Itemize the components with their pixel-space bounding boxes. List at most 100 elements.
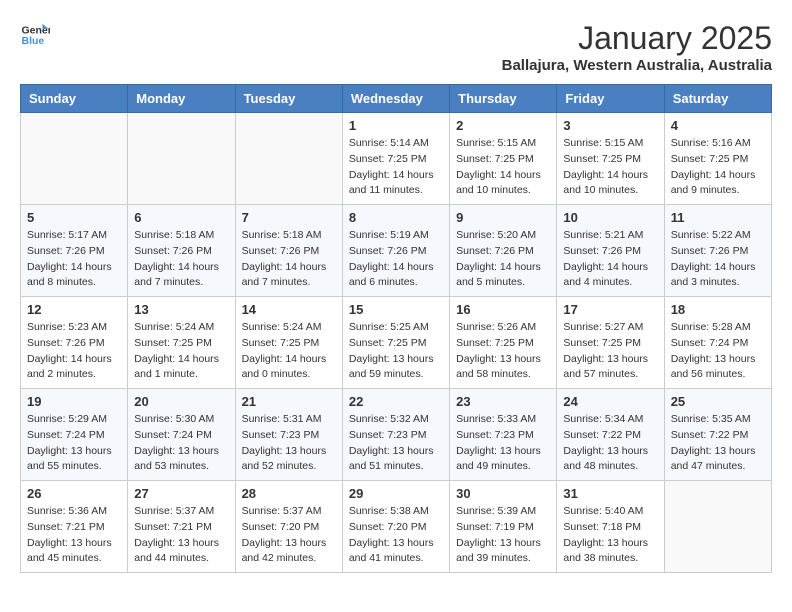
day-number: 8 <box>349 210 443 225</box>
day-info: Sunrise: 5:25 AM Sunset: 7:25 PM Dayligh… <box>349 320 443 383</box>
day-number: 1 <box>349 118 443 133</box>
day-info: Sunrise: 5:18 AM Sunset: 7:26 PM Dayligh… <box>242 228 336 291</box>
day-info: Sunrise: 5:14 AM Sunset: 7:25 PM Dayligh… <box>349 136 443 199</box>
day-number: 18 <box>671 302 765 317</box>
day-info: Sunrise: 5:28 AM Sunset: 7:24 PM Dayligh… <box>671 320 765 383</box>
day-info: Sunrise: 5:37 AM Sunset: 7:20 PM Dayligh… <box>242 504 336 567</box>
day-number: 13 <box>134 302 228 317</box>
day-info: Sunrise: 5:24 AM Sunset: 7:25 PM Dayligh… <box>242 320 336 383</box>
day-number: 30 <box>456 486 550 501</box>
calendar-cell: 14 Sunrise: 5:24 AM Sunset: 7:25 PM Dayli… <box>235 297 342 389</box>
calendar-week-3: 12 Sunrise: 5:23 AM Sunset: 7:26 PM Dayli… <box>21 297 772 389</box>
day-info: Sunrise: 5:17 AM Sunset: 7:26 PM Dayligh… <box>27 228 121 291</box>
calendar-week-1: 1 Sunrise: 5:14 AM Sunset: 7:25 PM Daylig… <box>21 113 772 205</box>
day-number: 12 <box>27 302 121 317</box>
day-number: 2 <box>456 118 550 133</box>
calendar-cell: 6Sunrise: 5:18 AM Sunset: 7:26 PM Daylig… <box>128 205 235 297</box>
day-number: 15 <box>349 302 443 317</box>
day-info: Sunrise: 5:37 AM Sunset: 7:21 PM Dayligh… <box>134 504 228 567</box>
day-number: 16 <box>456 302 550 317</box>
day-number: 11 <box>671 210 765 225</box>
weekday-header-sunday: Sunday <box>21 85 128 113</box>
weekday-header-row: SundayMondayTuesdayWednesdayThursdayFrid… <box>21 85 772 113</box>
day-info: Sunrise: 5:34 AM Sunset: 7:22 PM Dayligh… <box>563 412 657 475</box>
month-title: January 2025 <box>502 20 772 57</box>
calendar-cell: 3 Sunrise: 5:15 AM Sunset: 7:25 PM Daylig… <box>557 113 664 205</box>
day-info: Sunrise: 5:36 AM Sunset: 7:21 PM Dayligh… <box>27 504 121 567</box>
weekday-header-saturday: Saturday <box>664 85 771 113</box>
day-number: 3 <box>563 118 657 133</box>
calendar-cell: 16 Sunrise: 5:26 AM Sunset: 7:25 PM Dayli… <box>450 297 557 389</box>
day-number: 22 <box>349 394 443 409</box>
calendar-week-4: 19Sunrise: 5:29 AM Sunset: 7:24 PM Dayli… <box>21 389 772 481</box>
day-number: 23 <box>456 394 550 409</box>
day-info: Sunrise: 5:33 AM Sunset: 7:23 PM Dayligh… <box>456 412 550 475</box>
day-number: 4 <box>671 118 765 133</box>
day-info: Sunrise: 5:24 AM Sunset: 7:25 PM Dayligh… <box>134 320 228 383</box>
calendar-cell: 10Sunrise: 5:21 AM Sunset: 7:26 PM Dayli… <box>557 205 664 297</box>
calendar-week-5: 26 Sunrise: 5:36 AM Sunset: 7:21 PM Dayli… <box>21 481 772 573</box>
day-info: Sunrise: 5:29 AM Sunset: 7:24 PM Dayligh… <box>27 412 121 475</box>
calendar-cell <box>21 113 128 205</box>
day-info: Sunrise: 5:26 AM Sunset: 7:25 PM Dayligh… <box>456 320 550 383</box>
calendar-cell: 15 Sunrise: 5:25 AM Sunset: 7:25 PM Dayli… <box>342 297 449 389</box>
calendar-cell: 19Sunrise: 5:29 AM Sunset: 7:24 PM Dayli… <box>21 389 128 481</box>
weekday-header-friday: Friday <box>557 85 664 113</box>
calendar-cell: 2 Sunrise: 5:15 AM Sunset: 7:25 PM Daylig… <box>450 113 557 205</box>
calendar-cell: 26 Sunrise: 5:36 AM Sunset: 7:21 PM Dayli… <box>21 481 128 573</box>
day-info: Sunrise: 5:15 AM Sunset: 7:25 PM Dayligh… <box>456 136 550 199</box>
location-subtitle: Ballajura, Western Australia, Australia <box>502 57 772 74</box>
day-info: Sunrise: 5:31 AM Sunset: 7:23 PM Dayligh… <box>242 412 336 475</box>
day-info: Sunrise: 5:20 AM Sunset: 7:26 PM Dayligh… <box>456 228 550 291</box>
day-number: 17 <box>563 302 657 317</box>
day-number: 5 <box>27 210 121 225</box>
day-info: Sunrise: 5:30 AM Sunset: 7:24 PM Dayligh… <box>134 412 228 475</box>
day-info: Sunrise: 5:15 AM Sunset: 7:25 PM Dayligh… <box>563 136 657 199</box>
day-number: 26 <box>27 486 121 501</box>
day-info: Sunrise: 5:23 AM Sunset: 7:26 PM Dayligh… <box>27 320 121 383</box>
svg-text:Blue: Blue <box>22 35 45 47</box>
calendar-cell: 22 Sunrise: 5:32 AM Sunset: 7:23 PM Dayli… <box>342 389 449 481</box>
day-info: Sunrise: 5:21 AM Sunset: 7:26 PM Dayligh… <box>563 228 657 291</box>
day-number: 29 <box>349 486 443 501</box>
calendar-cell: 20 Sunrise: 5:30 AM Sunset: 7:24 PM Dayli… <box>128 389 235 481</box>
weekday-header-thursday: Thursday <box>450 85 557 113</box>
day-number: 14 <box>242 302 336 317</box>
weekday-header-tuesday: Tuesday <box>235 85 342 113</box>
day-info: Sunrise: 5:18 AM Sunset: 7:26 PM Dayligh… <box>134 228 228 291</box>
logo: General Blue <box>20 20 50 50</box>
day-number: 9 <box>456 210 550 225</box>
day-info: Sunrise: 5:27 AM Sunset: 7:25 PM Dayligh… <box>563 320 657 383</box>
calendar-week-2: 5 Sunrise: 5:17 AM Sunset: 7:26 PM Daylig… <box>21 205 772 297</box>
day-info: Sunrise: 5:38 AM Sunset: 7:20 PM Dayligh… <box>349 504 443 567</box>
calendar-cell: 29 Sunrise: 5:38 AM Sunset: 7:20 PM Dayli… <box>342 481 449 573</box>
calendar-cell: 7Sunrise: 5:18 AM Sunset: 7:26 PM Daylig… <box>235 205 342 297</box>
calendar-cell: 23 Sunrise: 5:33 AM Sunset: 7:23 PM Dayli… <box>450 389 557 481</box>
day-info: Sunrise: 5:35 AM Sunset: 7:22 PM Dayligh… <box>671 412 765 475</box>
calendar-cell: 9 Sunrise: 5:20 AM Sunset: 7:26 PM Daylig… <box>450 205 557 297</box>
calendar-cell: 12 Sunrise: 5:23 AM Sunset: 7:26 PM Dayli… <box>21 297 128 389</box>
day-info: Sunrise: 5:16 AM Sunset: 7:25 PM Dayligh… <box>671 136 765 199</box>
calendar-cell: 31 Sunrise: 5:40 AM Sunset: 7:18 PM Dayli… <box>557 481 664 573</box>
calendar-cell: 8Sunrise: 5:19 AM Sunset: 7:26 PM Daylig… <box>342 205 449 297</box>
day-number: 28 <box>242 486 336 501</box>
day-info: Sunrise: 5:39 AM Sunset: 7:19 PM Dayligh… <box>456 504 550 567</box>
day-info: Sunrise: 5:40 AM Sunset: 7:18 PM Dayligh… <box>563 504 657 567</box>
weekday-header-wednesday: Wednesday <box>342 85 449 113</box>
day-number: 31 <box>563 486 657 501</box>
day-number: 20 <box>134 394 228 409</box>
calendar-cell: 28 Sunrise: 5:37 AM Sunset: 7:20 PM Dayli… <box>235 481 342 573</box>
calendar-cell: 24 Sunrise: 5:34 AM Sunset: 7:22 PM Dayli… <box>557 389 664 481</box>
calendar-cell: 11Sunrise: 5:22 AM Sunset: 7:26 PM Dayli… <box>664 205 771 297</box>
calendar-cell: 25 Sunrise: 5:35 AM Sunset: 7:22 PM Dayli… <box>664 389 771 481</box>
calendar-cell: 30 Sunrise: 5:39 AM Sunset: 7:19 PM Dayli… <box>450 481 557 573</box>
day-number: 24 <box>563 394 657 409</box>
day-number: 25 <box>671 394 765 409</box>
calendar-cell: 27Sunrise: 5:37 AM Sunset: 7:21 PM Dayli… <box>128 481 235 573</box>
day-info: Sunrise: 5:32 AM Sunset: 7:23 PM Dayligh… <box>349 412 443 475</box>
calendar-cell: 4 Sunrise: 5:16 AM Sunset: 7:25 PM Daylig… <box>664 113 771 205</box>
calendar-cell: 5 Sunrise: 5:17 AM Sunset: 7:26 PM Daylig… <box>21 205 128 297</box>
logo-icon: General Blue <box>20 20 50 50</box>
calendar-cell <box>664 481 771 573</box>
calendar-cell: 13 Sunrise: 5:24 AM Sunset: 7:25 PM Dayli… <box>128 297 235 389</box>
